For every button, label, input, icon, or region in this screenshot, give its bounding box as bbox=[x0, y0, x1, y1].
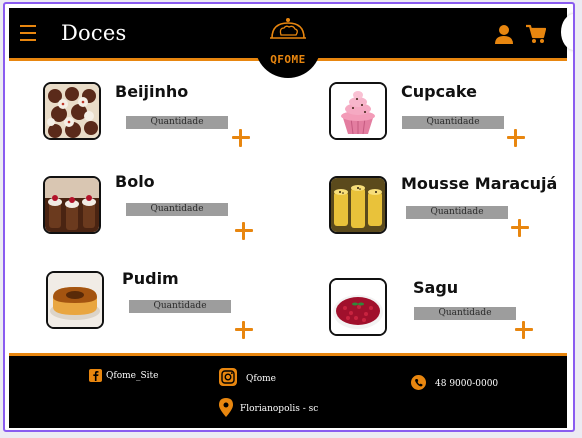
bolo-image bbox=[43, 176, 101, 234]
product-name: Beijinho bbox=[115, 82, 189, 101]
product-name: Cupcake bbox=[401, 82, 477, 101]
product-name: Sagu bbox=[413, 278, 459, 297]
facebook-link[interactable]: Qfome_Site bbox=[106, 371, 158, 381]
whatsapp-icon[interactable] bbox=[411, 375, 426, 390]
app-window: Doces QFOME Beijinho Quantidade Cupcake … bbox=[3, 2, 575, 432]
mousse-image bbox=[329, 176, 387, 234]
instagram-icon[interactable] bbox=[219, 368, 237, 386]
footer: Qfome_Site Qfome 48 9000-0000 Florianopo… bbox=[9, 353, 567, 428]
menu-icon[interactable] bbox=[20, 25, 36, 41]
page-title: Doces bbox=[61, 21, 127, 45]
user-icon[interactable] bbox=[494, 24, 514, 44]
add-sagu-button[interactable] bbox=[515, 321, 533, 339]
add-pudim-button[interactable] bbox=[235, 321, 253, 339]
add-mousse-maracuja-button[interactable] bbox=[511, 219, 529, 237]
pudim-image bbox=[46, 271, 104, 329]
cupcake-image bbox=[329, 82, 387, 140]
facebook-icon[interactable] bbox=[89, 369, 102, 382]
add-cupcake-button[interactable] bbox=[507, 129, 525, 147]
qfome-logo[interactable]: QFOME bbox=[255, 4, 321, 90]
quantity-input[interactable] bbox=[402, 116, 504, 129]
logo-text: QFOME bbox=[270, 53, 306, 66]
footer-accent-line bbox=[9, 353, 567, 356]
cart-icon[interactable] bbox=[526, 24, 546, 44]
whatsapp-number[interactable]: 48 9000-0000 bbox=[435, 379, 498, 389]
cloche-icon bbox=[270, 18, 306, 39]
add-beijinho-button[interactable] bbox=[232, 129, 250, 147]
beijinho-image bbox=[43, 82, 101, 140]
quantity-input[interactable] bbox=[129, 300, 231, 313]
location-pin-icon bbox=[219, 398, 233, 417]
quantity-input[interactable] bbox=[414, 307, 516, 320]
quantity-input[interactable] bbox=[406, 206, 508, 219]
product-name: Pudim bbox=[122, 269, 179, 288]
quantity-input[interactable] bbox=[126, 203, 228, 216]
location-text: Florianopolis - sc bbox=[240, 404, 319, 414]
product-name: Bolo bbox=[115, 172, 155, 191]
product-name: Mousse Maracujá bbox=[401, 174, 558, 193]
quantity-input[interactable] bbox=[126, 116, 228, 129]
sagu-image bbox=[329, 278, 387, 336]
instagram-link[interactable]: Qfome bbox=[246, 374, 276, 384]
add-bolo-button[interactable] bbox=[235, 222, 253, 240]
